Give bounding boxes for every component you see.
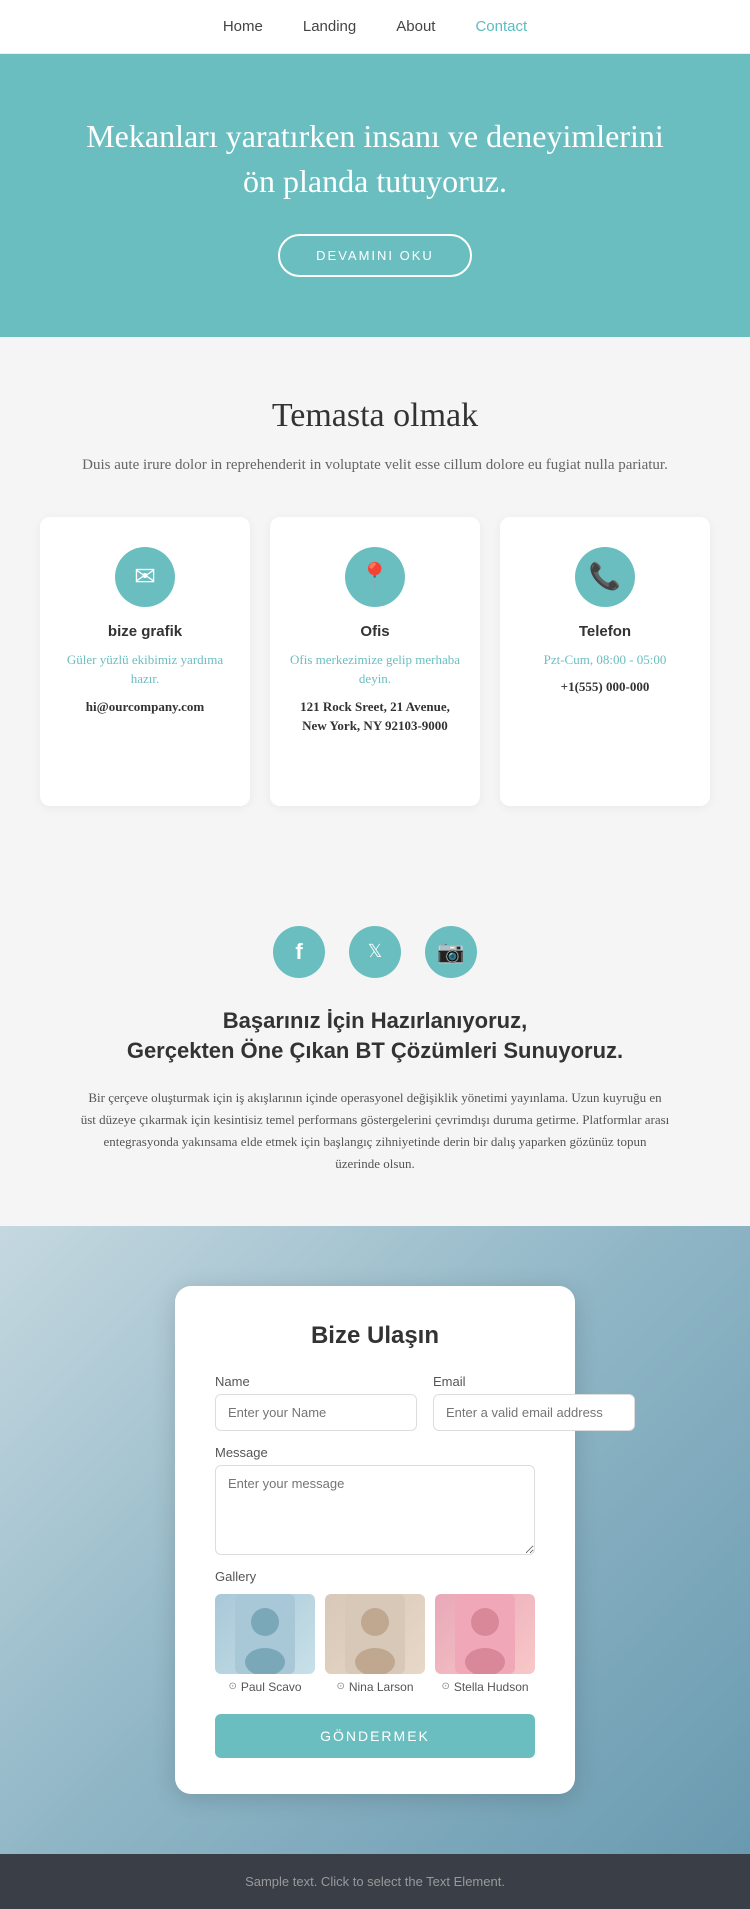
name-input[interactable]	[215, 1394, 417, 1431]
social-section: f 𝕏 📷 Başarınız İçin Hazırlanıyoruz,Gerç…	[0, 866, 750, 1226]
email-input[interactable]	[433, 1394, 635, 1431]
nav-contact[interactable]: Contact	[475, 18, 527, 35]
twitter-icon[interactable]: 𝕏	[349, 926, 401, 978]
form-email-group: Email	[433, 1374, 635, 1431]
form-title: Bize Ulaşın	[215, 1322, 535, 1350]
card-phone: 📞 Telefon Pzt-Cum, 08:00 - 05:00 +1(555)…	[500, 517, 710, 806]
email-icon: ✉	[115, 547, 175, 607]
form-message-group: Message	[215, 1445, 535, 1555]
card-email-title: bize grafik	[60, 623, 230, 640]
instagram-icon[interactable]: 📷	[425, 926, 477, 978]
email-label: Email	[433, 1374, 635, 1389]
contact-info-section: Temasta olmak Duis aute irure dolor in r…	[0, 337, 750, 866]
footer: Sample text. Click to select the Text El…	[0, 1854, 750, 1909]
gallery-grid: Paul Scavo Nina Larson	[215, 1594, 535, 1694]
gallery-section: Gallery Paul Scavo	[215, 1569, 535, 1694]
location-icon: 📍	[345, 547, 405, 607]
gallery-img-nina	[325, 1594, 425, 1674]
card-office: 📍 Ofis Ofis merkezimize gelip merhaba de…	[270, 517, 480, 806]
contact-cards: ✉ bize grafik Güler yüzlü ekibimiz yardı…	[40, 517, 710, 806]
hero-title: Mekanları yaratırken insanı ve deneyimle…	[80, 114, 670, 204]
message-input[interactable]	[215, 1465, 535, 1555]
contact-title: Temasta olmak	[40, 397, 710, 435]
nav-about[interactable]: About	[396, 18, 435, 35]
nav-home[interactable]: Home	[223, 18, 263, 35]
card-office-detail: 121 Rock Sreet, 21 Avenue,New York, NY 9…	[290, 697, 460, 736]
contact-description: Duis aute irure dolor in reprehenderit i…	[40, 453, 710, 477]
card-office-link: Ofis merkezimize gelip merhaba deyin.	[290, 650, 460, 689]
gallery-label: Gallery	[215, 1569, 535, 1584]
gallery-img-stella	[435, 1594, 535, 1674]
footer-text: Sample text. Click to select the Text El…	[20, 1874, 730, 1889]
facebook-icon[interactable]: f	[273, 926, 325, 978]
nav-landing[interactable]: Landing	[303, 18, 356, 35]
gallery-item-stella: Stella Hudson	[435, 1594, 535, 1694]
gallery-name-nina: Nina Larson	[325, 1680, 425, 1694]
form-name-group: Name	[215, 1374, 417, 1431]
phone-icon: 📞	[575, 547, 635, 607]
hero-button[interactable]: DEVAMINI OKU	[278, 234, 472, 277]
form-section: Bize Ulaşın Name Email Message Gallery	[0, 1226, 750, 1854]
form-card: Bize Ulaşın Name Email Message Gallery	[175, 1286, 575, 1794]
card-phone-detail: +1(555) 000-000	[520, 677, 690, 697]
hero-section: Mekanları yaratırken insanı ve deneyimle…	[0, 54, 750, 337]
card-office-title: Ofis	[290, 623, 460, 640]
card-phone-title: Telefon	[520, 623, 690, 640]
card-email-link: Güler yüzlü ekibimiz yardıma hazır.	[60, 650, 230, 689]
gallery-name-stella: Stella Hudson	[435, 1680, 535, 1694]
navbar: Home Landing About Contact	[0, 0, 750, 54]
card-email-detail: hi@ourcompany.com	[60, 697, 230, 717]
card-email: ✉ bize grafik Güler yüzlü ekibimiz yardı…	[40, 517, 250, 806]
gallery-item-paul: Paul Scavo	[215, 1594, 315, 1694]
submit-button[interactable]: GÖNDERMEK	[215, 1714, 535, 1758]
message-label: Message	[215, 1445, 535, 1460]
social-title: Başarınız İçin Hazırlanıyoruz,Gerçekten …	[80, 1006, 670, 1068]
social-icons-row: f 𝕏 📷	[80, 926, 670, 978]
name-label: Name	[215, 1374, 417, 1389]
card-phone-link: Pzt-Cum, 08:00 - 05:00	[520, 650, 690, 670]
gallery-img-paul	[215, 1594, 315, 1674]
form-name-email-row: Name Email	[215, 1374, 535, 1431]
gallery-name-paul: Paul Scavo	[215, 1680, 315, 1694]
social-description: Bir çerçeve oluşturmak için iş akışların…	[80, 1087, 670, 1175]
gallery-item-nina: Nina Larson	[325, 1594, 425, 1694]
